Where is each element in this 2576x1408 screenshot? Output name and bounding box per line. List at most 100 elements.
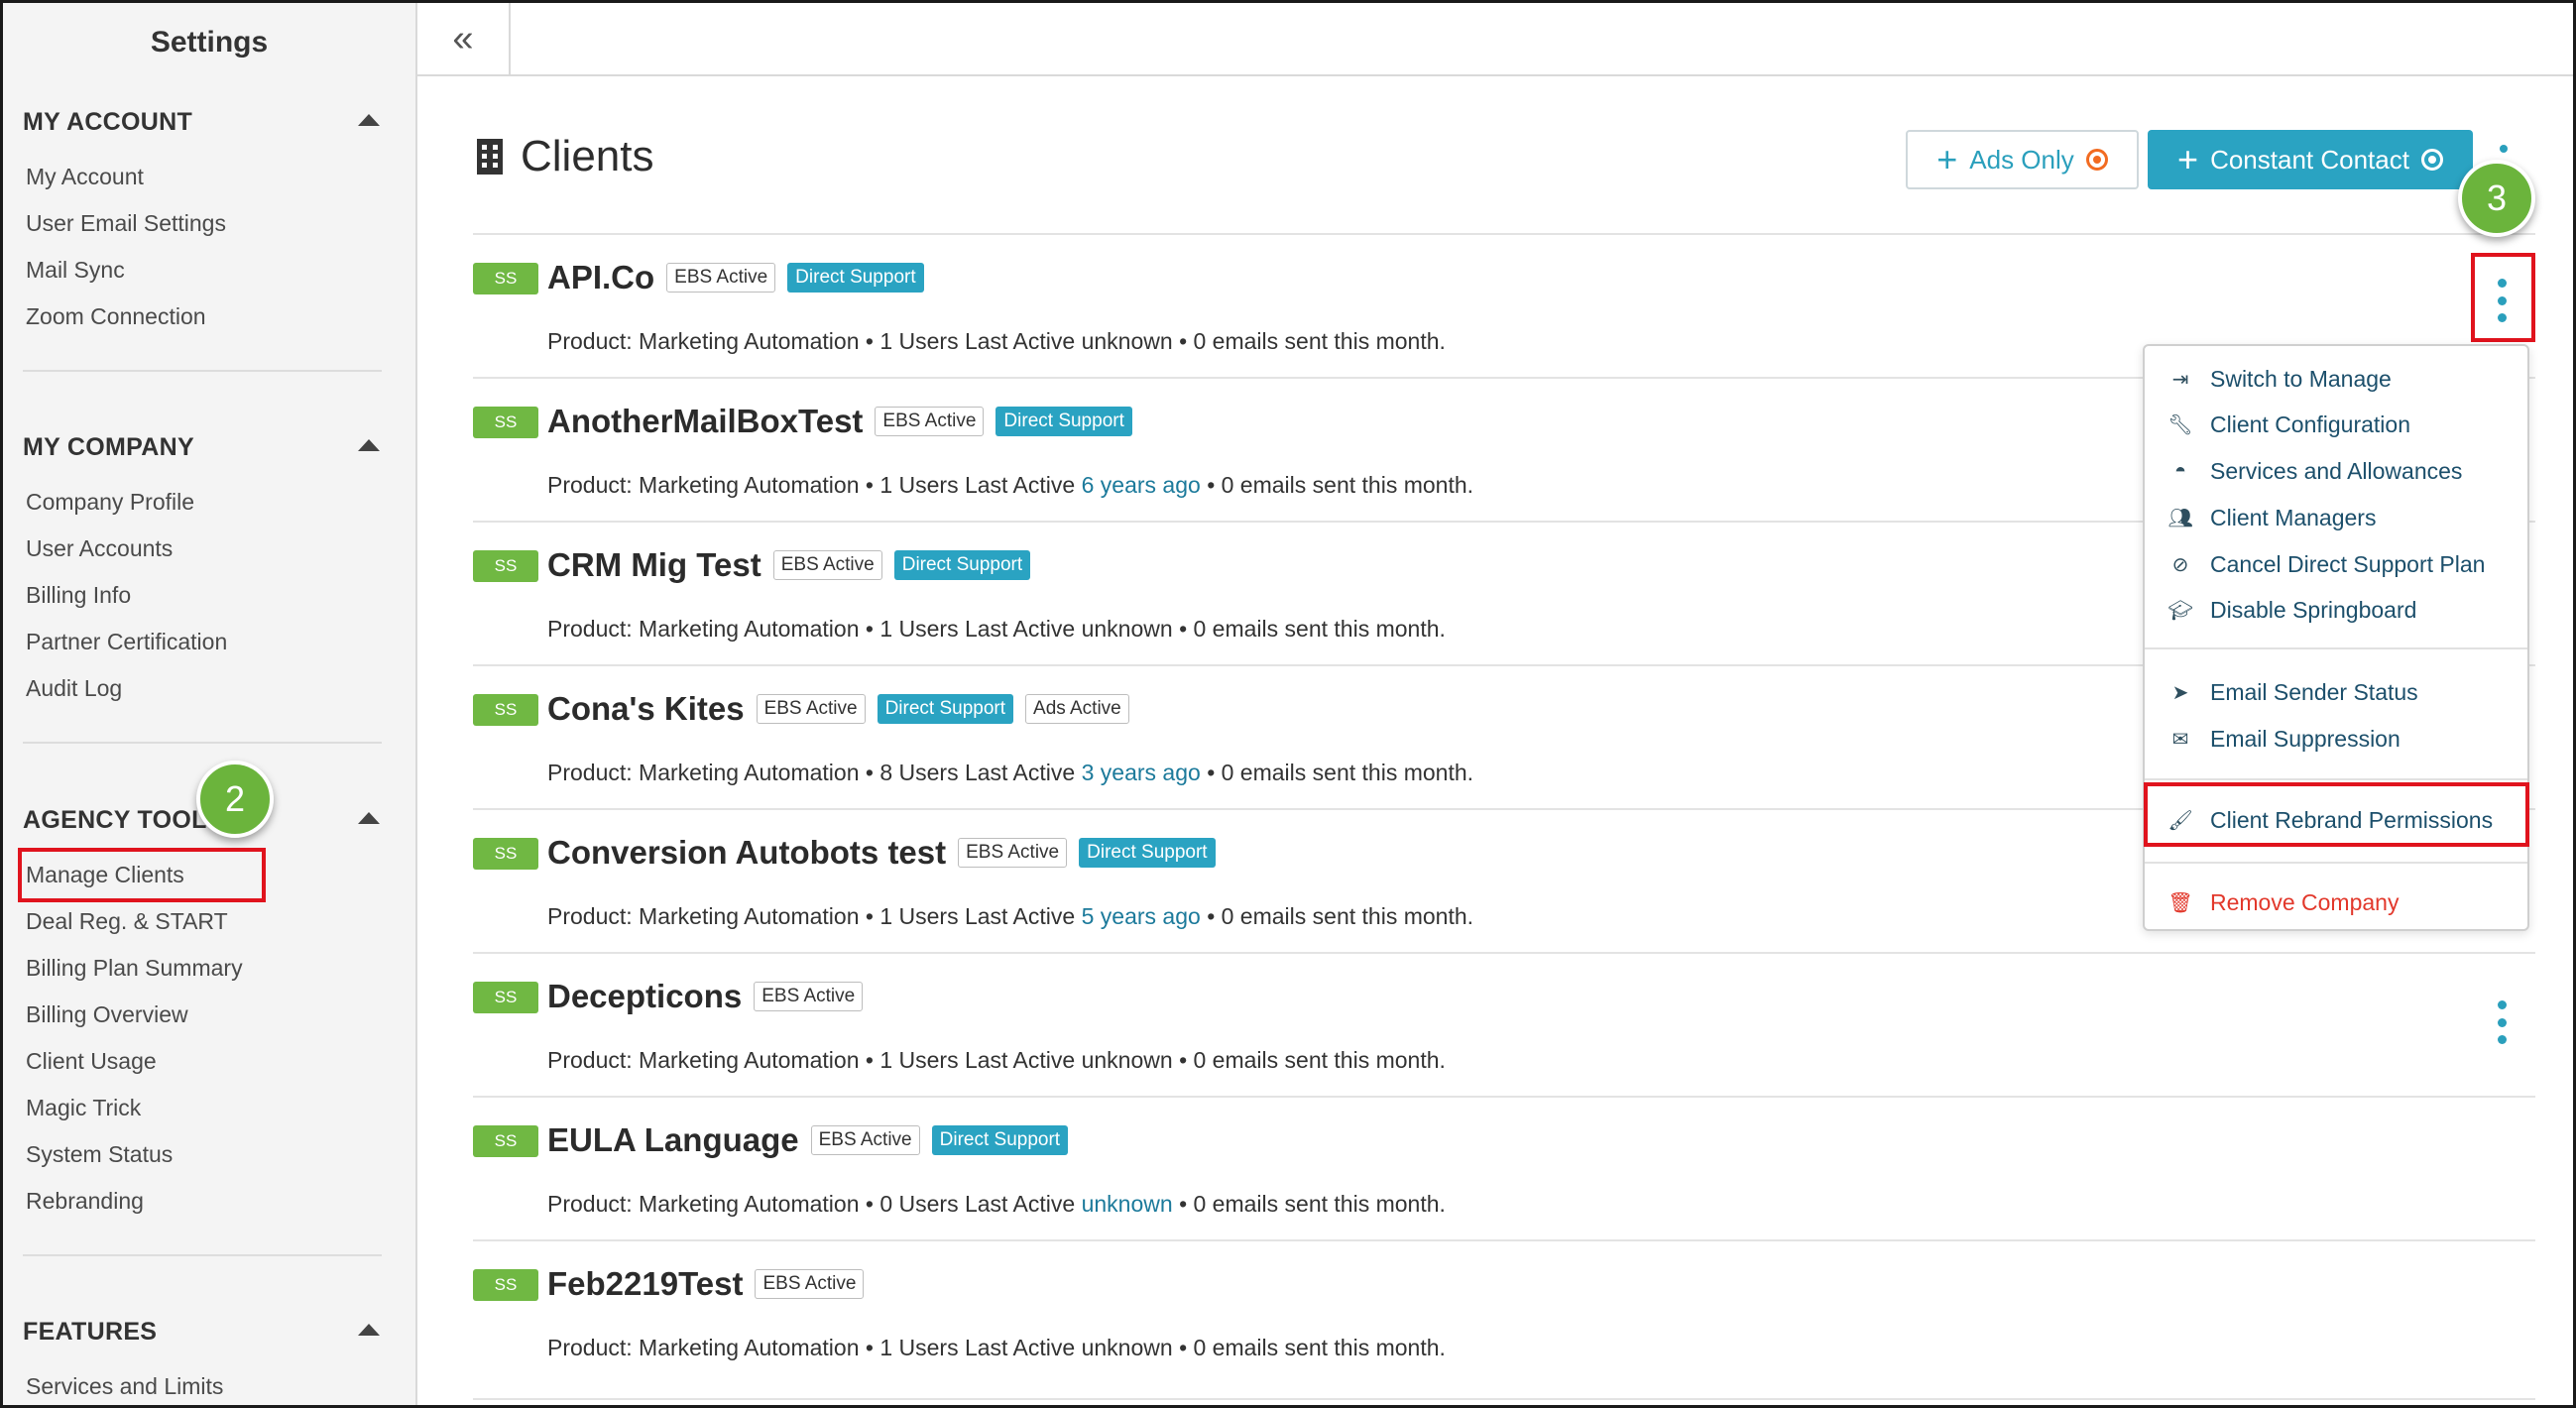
direct-support-tag: Direct Support	[893, 550, 1031, 580]
ss-badge: SS	[473, 550, 538, 582]
client-name-link[interactable]: AnotherMailBoxTest	[547, 403, 863, 440]
client-name-link[interactable]: API.Co	[547, 259, 654, 296]
sidebar-item-partner-certification[interactable]: Partner Certification	[3, 619, 415, 665]
client-row: SS EULA Language EBS Active Direct Support P…	[473, 1098, 2535, 1241]
direct-support-tag: Direct Support	[787, 263, 924, 293]
ebs-active-tag: EBS Active	[666, 263, 776, 293]
plus-icon: +	[1936, 139, 1958, 179]
menu-item-services-and-allowances[interactable]: ◓ Services and Allowances	[2145, 448, 2527, 494]
ads-only-button[interactable]: + Ads Only	[1906, 130, 2139, 189]
sidebar-item-user-accounts[interactable]: User Accounts	[3, 526, 415, 572]
sidebar-item-user-email-settings[interactable]: User Email Settings	[3, 200, 415, 247]
direct-support-tag: Direct Support	[1079, 838, 1216, 868]
ss-badge: SS	[473, 1125, 538, 1157]
menu-divider	[2145, 778, 2527, 780]
caret-up-icon[interactable]	[358, 114, 380, 126]
ebs-active-tag: EBS Active	[875, 407, 985, 436]
sidebar-item-rebranding[interactable]: Rebranding	[3, 1178, 415, 1225]
client-details: Product: Marketing Automation • 1 Users …	[547, 328, 1446, 355]
sidebar-item-client-usage[interactable]: Client Usage	[3, 1038, 415, 1085]
sidebar-item-billing-plan-summary[interactable]: Billing Plan Summary	[3, 945, 415, 992]
last-active-link[interactable]: 5 years ago	[1082, 903, 1201, 929]
last-active-text: unknown	[1081, 616, 1173, 642]
constant-contact-button[interactable]: + Constant Contact	[2148, 130, 2473, 189]
client-product-text: Product: Marketing Automation • 0 Users …	[547, 1191, 1076, 1217]
client-header: AnotherMailBoxTest EBS Active Direct Suppo…	[547, 403, 1132, 440]
section-heading-my-account[interactable]: MY ACCOUNT	[3, 90, 415, 154]
highlight-api-co-kebab	[2471, 253, 2535, 342]
section-heading-my-company[interactable]: MY COMPANY	[3, 415, 415, 479]
section-my-account: MY ACCOUNT My Account User Email Setting…	[3, 90, 415, 402]
last-active-link[interactable]: unknown	[1082, 1191, 1173, 1217]
ebs-active-tag: EBS Active	[755, 1269, 865, 1299]
emails-sent-text: • 0 emails sent this month.	[1179, 1335, 1446, 1360]
client-name-link[interactable]: EULA Language	[547, 1121, 799, 1159]
menu-item-remove-company[interactable]: 🗑︎ Remove Company	[2145, 880, 2527, 925]
sidebar-item-billing-overview[interactable]: Billing Overview	[3, 992, 415, 1038]
menu-item-email-suppression[interactable]: ✉ Email Suppression	[2145, 716, 2527, 762]
sidebar-item-services-and-limits[interactable]: Services and Limits	[3, 1363, 415, 1405]
menu-item-client-configuration[interactable]: 🔧︎ Client Configuration	[2145, 402, 2527, 447]
caret-up-icon[interactable]	[358, 1324, 380, 1336]
menu-item-label: Email Sender Status	[2210, 678, 2418, 705]
direct-support-tag: Direct Support	[877, 694, 1014, 724]
caret-up-icon[interactable]	[358, 439, 380, 451]
menu-item-client-managers[interactable]: 👥︎ Client Managers	[2145, 495, 2527, 540]
caret-up-icon[interactable]	[358, 812, 380, 824]
menu-item-switch-to-manage[interactable]: ⇥ Switch to Manage	[2145, 356, 2527, 402]
page-title: Clients	[521, 132, 654, 180]
client-name-link[interactable]: Conversion Autobots test	[547, 834, 946, 872]
paper-plane-icon: ➤	[2171, 681, 2189, 704]
ads-active-tag: Ads Active	[1025, 694, 1129, 724]
menu-item-email-sender-status[interactable]: ➤ Email Sender Status	[2145, 669, 2527, 715]
client-header: Conversion Autobots test EBS Active Direct…	[547, 834, 1216, 872]
sidebar-item-mail-sync[interactable]: Mail Sync	[3, 247, 415, 293]
building-icon	[477, 139, 503, 175]
sidebar-item-audit-log[interactable]: Audit Log	[3, 665, 415, 712]
settings-sidebar: Settings MY ACCOUNT My Account User Emai…	[3, 3, 417, 1405]
client-header: Cona's Kites EBS Active Direct Support Ads …	[547, 690, 1129, 728]
step-callout-3: 3	[2458, 160, 2535, 237]
client-product-text: Product: Marketing Automation • 1 Users …	[547, 903, 1076, 929]
top-bar: «	[417, 3, 2573, 76]
gauge-icon: ◓	[2173, 459, 2187, 482]
client-name-link[interactable]: Decepticons	[547, 978, 742, 1015]
client-header: Decepticons EBS Active	[547, 978, 864, 1015]
last-active-link[interactable]: 3 years ago	[1082, 760, 1201, 785]
sidebar-item-my-account[interactable]: My Account	[3, 154, 415, 200]
sidebar-item-company-profile[interactable]: Company Profile	[3, 479, 415, 526]
section-heading-features[interactable]: FEATURES	[3, 1300, 415, 1363]
section-features: FEATURES Services and Limits	[3, 1300, 415, 1405]
emails-sent-text: • 0 emails sent this month.	[1179, 328, 1446, 354]
sidebar-item-system-status[interactable]: System Status	[3, 1131, 415, 1178]
emails-sent-text: • 0 emails sent this month.	[1207, 760, 1474, 785]
collapse-sidebar-button[interactable]: «	[417, 3, 511, 74]
header-kebab-icon[interactable]	[2500, 145, 2508, 153]
last-active-link[interactable]: 6 years ago	[1082, 472, 1201, 498]
client-header: API.Co EBS Active Direct Support	[547, 259, 924, 296]
client-details: Product: Marketing Automation • 1 Users …	[547, 1335, 1446, 1361]
menu-item-cancel-direct-support-plan[interactable]: ⊘ Cancel Direct Support Plan	[2145, 541, 2527, 587]
client-name-link[interactable]: Cona's Kites	[547, 690, 745, 728]
row-actions-kebab-icon[interactable]	[2495, 1000, 2509, 1044]
sidebar-item-deal-reg[interactable]: Deal Reg. & START	[3, 898, 415, 945]
emails-sent-text: • 0 emails sent this month.	[1207, 903, 1474, 929]
menu-item-label: Cancel Direct Support Plan	[2210, 550, 2486, 577]
client-product-text: Product: Marketing Automation • 1 Users …	[547, 616, 1076, 642]
client-name-link[interactable]: Feb2219Test	[547, 1265, 743, 1303]
client-details: Product: Marketing Automation • 0 Users …	[547, 1191, 1446, 1218]
highlight-manage-clients	[18, 848, 266, 902]
ss-badge: SS	[473, 694, 538, 726]
menu-item-label: Services and Allowances	[2210, 457, 2463, 484]
menu-item-label: Email Suppression	[2210, 725, 2400, 752]
wrench-icon: 🔧︎	[2167, 413, 2193, 436]
sidebar-item-billing-info[interactable]: Billing Info	[3, 572, 415, 619]
ebs-active-tag: EBS Active	[754, 982, 864, 1011]
sidebar-item-zoom-connection[interactable]: Zoom Connection	[3, 293, 415, 340]
client-name-link[interactable]: CRM Mig Test	[547, 546, 761, 584]
sidebar-item-magic-trick[interactable]: Magic Trick	[3, 1085, 415, 1131]
menu-item-label: Client Managers	[2210, 504, 2377, 530]
menu-item-disable-springboard[interactable]: 🎓︎ Disable Springboard	[2145, 587, 2527, 633]
ban-icon: ⊘	[2171, 553, 2189, 576]
menu-item-label: Client Configuration	[2210, 411, 2411, 437]
